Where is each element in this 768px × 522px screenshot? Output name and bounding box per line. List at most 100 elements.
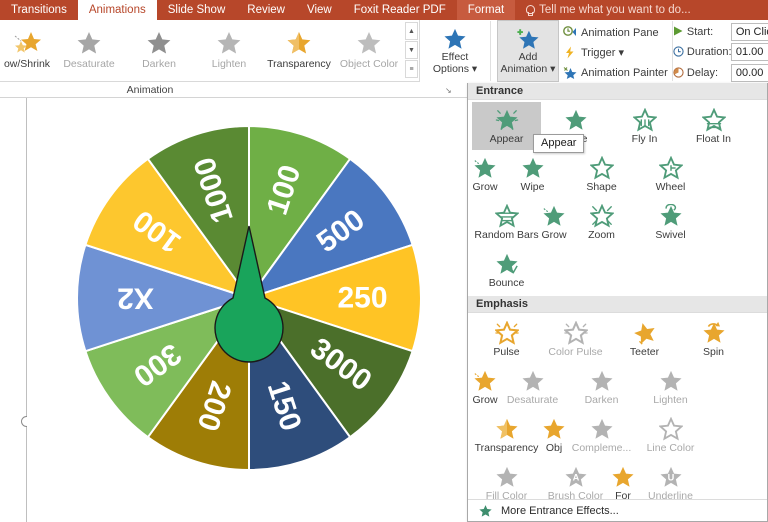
ribbon-group-separator: [490, 21, 491, 81]
start-value: On Click: [735, 26, 768, 39]
duration-value: 01.00: [735, 46, 764, 59]
effect-item-label: Float In: [695, 132, 732, 145]
timing-group: Start: On Click ▾ Duration:: [673, 20, 768, 82]
gallery-item-label: Transparency: [267, 58, 331, 70]
effect-item-wheel[interactable]: Wheel: [636, 150, 705, 198]
effect-item-teeter[interactable]: Teeter: [610, 315, 679, 363]
solid-star-icon: [590, 418, 613, 439]
effect-item-desaturate[interactable]: Desaturate: [498, 363, 567, 411]
effect-item-label: Pulse: [493, 345, 520, 358]
tab-foxit-reader-pdf[interactable]: Foxit Reader PDF: [343, 0, 457, 20]
effect-item-lighten[interactable]: Lighten: [636, 363, 705, 411]
gallery-item-desaturate[interactable]: Desaturate: [54, 20, 124, 80]
delay-input[interactable]: 00.00: [730, 63, 768, 82]
teeter-star-icon: [633, 322, 655, 345]
gallery-scroll-buttons[interactable]: ▲ ▼ ≡: [404, 21, 419, 79]
effect-item-appear[interactable]: Appear: [472, 102, 541, 150]
duration-label: Duration:: [686, 46, 732, 59]
add-animation-button[interactable]: Add Animation ▾: [497, 20, 559, 82]
add-animation-line1: Add: [518, 51, 538, 63]
animation-pane-icon: [563, 26, 576, 36]
advanced-animation-commands: Animation Pane Trigger ▾ Animation Paint…: [559, 20, 672, 82]
effect-item-wipe[interactable]: Wipe: [498, 150, 567, 198]
start-row: Start: On Click ▾: [673, 23, 768, 42]
more-entrance-effects-item[interactable]: More Entrance Effects...: [468, 499, 767, 521]
effect-item-transparency[interactable]: Transparency: [472, 411, 541, 459]
effect-item-label: Wheel: [655, 180, 686, 193]
effect-item-bounce[interactable]: Bounce: [472, 246, 541, 294]
swivel-star-icon: [659, 203, 682, 226]
tab-format[interactable]: Format: [456, 0, 516, 20]
tab-animations[interactable]: Animations: [77, 0, 157, 20]
delay-clock-icon: [673, 67, 684, 78]
effect-item-label: Grow: [541, 228, 567, 241]
effect-item-label: Transparency: [474, 441, 539, 454]
grow-star-icon: [474, 157, 496, 178]
spinner-wheel-shape[interactable]: 100 500 250 3000 150 200 300 X2 100 1000: [59, 108, 439, 493]
animation-pane-label: Animation Pane: [581, 26, 659, 39]
start-label: Start:: [686, 26, 714, 39]
effect-item-label: Shape: [586, 180, 617, 193]
effect-item-line-color[interactable]: Line Color: [636, 411, 705, 459]
effect-options-button[interactable]: Effect Options ▾: [424, 20, 486, 82]
trigger-label: Trigger ▾: [581, 47, 625, 59]
tab-review[interactable]: Review: [236, 0, 296, 20]
duration-label-wrap: Duration:: [673, 46, 732, 59]
gallery-item-darken[interactable]: Darken: [124, 20, 194, 80]
trigger-icon: [566, 46, 574, 59]
half-star-icon: [287, 32, 311, 54]
animation-painter-button[interactable]: Animation Painter: [563, 63, 668, 82]
effect-item-label: Teeter: [629, 345, 660, 358]
effect-item-shape[interactable]: Shape: [567, 150, 636, 198]
effect-item-swivel[interactable]: Swivel: [636, 198, 705, 246]
effect-item-pulse[interactable]: Pulse: [472, 315, 541, 363]
more-entrance-effects-label: More Entrance Effects...: [501, 504, 619, 517]
tell-me-box[interactable]: Tell me what you want to do...: [515, 0, 701, 20]
gallery-scroll-up-button[interactable]: ▲: [405, 22, 418, 40]
gallery-item-lighten[interactable]: Lighten: [194, 20, 264, 80]
solid-star-icon: [612, 466, 634, 487]
start-select[interactable]: On Click ▾: [730, 23, 768, 42]
effect-item-random-bars[interactable]: Random Bars: [472, 198, 541, 246]
effect-item-zoom[interactable]: Zoom: [567, 198, 636, 246]
effect-item-grow[interactable]: Grow: [472, 363, 498, 411]
effect-item-color-pulse[interactable]: Color Pulse: [541, 315, 610, 363]
slide-canvas[interactable]: 100 500 250 3000 150 200 300 X2 100 1000: [27, 98, 467, 522]
letter-a-star-icon: A: [564, 466, 587, 487]
grow-shrink-icon: [14, 32, 41, 53]
svg-text:U: U: [667, 472, 674, 482]
solid-star-icon: [521, 370, 544, 391]
gallery-item-transparency[interactable]: Transparency: [264, 20, 334, 80]
effect-item-float-in[interactable]: Float In: [679, 102, 748, 150]
grow-star-icon: [474, 370, 496, 391]
effect-item-grow[interactable]: Grow: [541, 198, 567, 246]
bars-star-icon: [494, 203, 519, 228]
effect-item-compleme[interactable]: Compleme...: [567, 411, 636, 459]
effect-item-obj[interactable]: Obj: [541, 411, 567, 459]
add-animation-gallery-dropdown[interactable]: Entrance AppearFade Fly In Float In Grow…: [467, 83, 768, 522]
gallery-scroll-down-button[interactable]: ▼: [405, 41, 418, 59]
effect-item-grow[interactable]: Grow: [472, 150, 498, 198]
ribbon-tab-bar: Transitions Animations Slide Show Review…: [0, 0, 768, 20]
play-icon: [673, 26, 683, 36]
effect-item-spin[interactable]: Spin: [679, 315, 748, 363]
pulse-star-icon: [563, 320, 588, 345]
animation-dialog-launcher[interactable]: ↘: [300, 86, 452, 95]
animation-effect-gallery[interactable]: ow/Shrink Desaturate Darken Lighten Tran…: [0, 20, 420, 82]
effect-item-label: Zoom: [588, 228, 615, 241]
half-star-icon: [495, 418, 518, 439]
effect-item-darken[interactable]: Darken: [567, 363, 636, 411]
solid-star-icon: [217, 32, 241, 54]
gallery-item-object-color[interactable]: Object Color: [334, 20, 404, 80]
gallery-item-grow-shrink[interactable]: ow/Shrink: [0, 20, 54, 80]
duration-input[interactable]: 01.00: [730, 43, 768, 62]
start-label-wrap: Start:: [673, 26, 731, 38]
solid-star-icon: [659, 370, 682, 391]
tab-transitions[interactable]: Transitions: [0, 0, 78, 20]
tab-slide-show[interactable]: Slide Show: [157, 0, 237, 20]
animation-pane-button[interactable]: Animation Pane: [563, 23, 668, 42]
tab-view[interactable]: View: [296, 0, 343, 20]
effect-item-fly-in[interactable]: Fly In: [610, 102, 679, 150]
gallery-more-button[interactable]: ≡: [405, 60, 418, 78]
trigger-button[interactable]: Trigger ▾: [563, 43, 668, 62]
